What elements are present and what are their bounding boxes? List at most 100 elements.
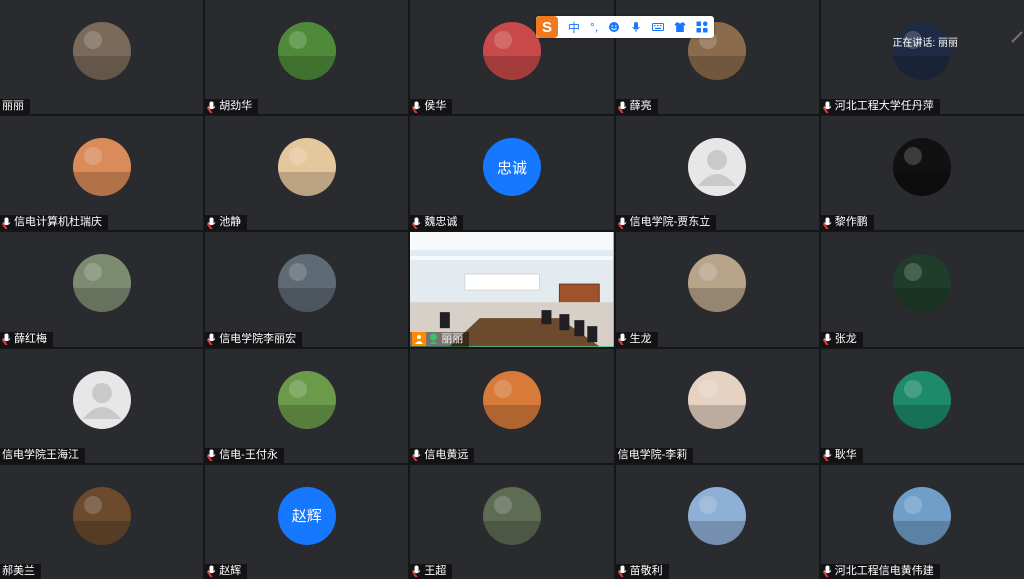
default-user-icon <box>698 150 737 187</box>
participant-name: 胡劲华 <box>219 100 253 113</box>
participant-name: 黎作鹏 <box>834 216 868 229</box>
avatar <box>72 486 131 545</box>
mic-muted-icon <box>412 101 421 113</box>
participant-tile[interactable]: 河北工程信电黄伟建 <box>820 464 1024 579</box>
participant-name-tag: 信电学院-贾东立 <box>615 215 717 231</box>
participant-tile[interactable]: 胡劲华 <box>205 0 409 115</box>
participant-name: 王超 <box>424 564 447 577</box>
collapse-arrow-icon[interactable] <box>1010 30 1024 44</box>
participant-name-tag: 王超 <box>410 563 453 579</box>
participant-name-tag: 信电-王付永 <box>205 447 284 463</box>
participant-name-tag: 侯华 <box>410 99 453 115</box>
participant-tile[interactable]: 忠诚 魏忠诚 <box>410 116 614 231</box>
avatar <box>893 138 952 197</box>
avatar <box>72 138 131 197</box>
participant-name: 生龙 <box>629 332 652 345</box>
participant-tile[interactable]: 信电学院李丽宏 <box>205 232 409 347</box>
avatar <box>72 22 131 80</box>
keyboard-icon[interactable] <box>652 21 665 33</box>
avatar <box>893 486 952 545</box>
participant-tile[interactable]: 黎作鹏 <box>820 116 1024 231</box>
participant-name-tag: 胡劲华 <box>205 99 259 115</box>
mic-muted-icon <box>207 101 216 113</box>
participant-name-tag: 河北工程大学任丹萍 <box>820 99 940 115</box>
mic-muted-icon <box>412 217 421 229</box>
participant-name-tag: 张龙 <box>820 331 863 347</box>
participant-tile[interactable]: 信电黄远 <box>410 348 614 463</box>
toolbox-grid-icon[interactable] <box>696 21 708 33</box>
participant-name-tag: 丽丽 <box>0 99 30 115</box>
participant-name-tag: 信电计算机杜瑞庆 <box>0 215 108 231</box>
participant-tile[interactable]: 生龙 <box>615 232 819 347</box>
ime-punctuation[interactable]: °, <box>590 20 598 34</box>
mic-muted-icon <box>207 449 216 462</box>
avatar <box>688 370 747 429</box>
participant-name-tag: 信电学院-李莉 <box>615 447 694 463</box>
mic-muted-icon <box>822 101 832 113</box>
participant-name: 薛亮 <box>629 100 652 113</box>
participant-tile[interactable]: 信电学院-贾东立 <box>615 116 819 231</box>
participant-name-tag: 郝美兰 <box>0 563 41 579</box>
participant-tile[interactable]: 郝美兰 <box>0 464 204 579</box>
avatar <box>893 370 952 429</box>
avatar <box>688 138 747 197</box>
avatar <box>72 254 131 313</box>
sogou-logo-icon[interactable]: S <box>536 16 558 38</box>
avatar <box>277 22 336 80</box>
participant-name: 魏忠诚 <box>424 216 458 229</box>
participant-name-tag: 耿华 <box>820 447 863 463</box>
avatar <box>482 370 541 429</box>
participant-name-tag: 生龙 <box>615 331 658 347</box>
participant-tile[interactable]: 耿华 <box>820 348 1024 463</box>
participant-tile[interactable]: 赵辉 赵辉 <box>205 464 409 579</box>
avatar <box>277 138 336 197</box>
participant-name: 信电学院-李莉 <box>617 448 688 461</box>
host-icon <box>412 332 427 347</box>
participant-name-tag: 河北工程信电黄伟建 <box>820 563 940 579</box>
participant-name: 河北工程信电黄伟建 <box>834 564 934 577</box>
participant-tile[interactable]: 信电学院-李莉 <box>615 348 819 463</box>
participant-name-tag: 黎作鹏 <box>820 215 874 231</box>
participant-tile[interactable]: 张龙 <box>820 232 1024 347</box>
participant-name-tag: 丽丽 <box>410 331 470 347</box>
mic-muted-icon <box>822 333 832 346</box>
participant-name-tag: 薛亮 <box>615 99 658 115</box>
avatar: 赵辉 <box>277 486 336 545</box>
participant-name: 侯华 <box>424 100 447 113</box>
mic-muted-icon <box>617 565 627 578</box>
participant-tile[interactable]: 薛红梅 <box>0 232 204 347</box>
avatar <box>482 22 541 80</box>
mic-muted-icon <box>822 217 832 229</box>
participant-tile[interactable]: 信电学院王海江 <box>0 348 204 463</box>
participant-tile[interactable]: 丽丽 <box>410 232 614 347</box>
participant-name: 河北工程大学任丹萍 <box>834 100 934 113</box>
participant-grid: 丽丽 胡劲华 侯华 薛亮 河北工程大学任丹萍信电计算机杜瑞庆 池静 忠诚 魏忠诚信电学院-贾东… <box>0 0 1024 579</box>
skin-shirt-icon[interactable] <box>674 21 686 33</box>
participant-name-tag: 信电黄远 <box>410 447 475 463</box>
mic-muted-icon <box>617 101 627 113</box>
participant-name: 赵辉 <box>219 564 242 577</box>
participant-name: 信电学院王海江 <box>2 448 79 461</box>
participant-tile[interactable]: 王超 <box>410 464 614 579</box>
participant-tile[interactable]: 信电-王付永 <box>205 348 409 463</box>
voice-input-icon[interactable] <box>630 21 642 33</box>
participant-name: 耿华 <box>834 448 857 461</box>
participant-name: 池静 <box>219 216 242 229</box>
participant-name-tag: 魏忠诚 <box>410 215 464 231</box>
avatar <box>277 254 336 313</box>
participant-tile[interactable]: 丽丽 <box>0 0 204 115</box>
participant-name: 苗敬利 <box>629 564 663 577</box>
participant-name-tag: 信电学院李丽宏 <box>205 331 303 347</box>
participant-tile[interactable]: 苗敬利 <box>615 464 819 579</box>
participant-name-tag: 池静 <box>205 215 248 231</box>
ime-chinese-mode[interactable]: 中 <box>568 19 580 36</box>
participant-tile[interactable]: 池静 <box>205 116 409 231</box>
participant-name: 信电学院-贾东立 <box>629 216 711 229</box>
participant-tile[interactable]: 信电计算机杜瑞庆 <box>0 116 204 231</box>
emoji-icon[interactable] <box>608 21 620 33</box>
participant-name-tag: 赵辉 <box>205 563 248 579</box>
mic-muted-icon <box>617 217 627 229</box>
participant-tile[interactable]: 河北工程大学任丹萍 <box>820 0 1024 115</box>
ime-toolbar[interactable]: S 中 °, <box>536 16 715 38</box>
avatar <box>893 22 952 80</box>
